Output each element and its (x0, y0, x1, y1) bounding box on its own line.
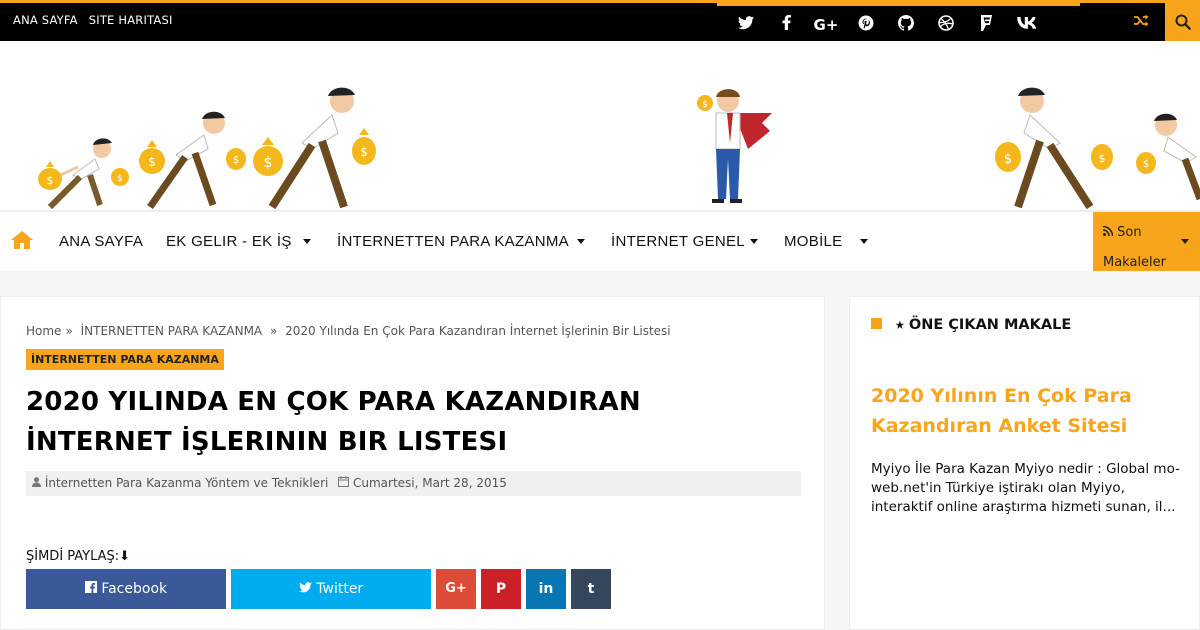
category-label[interactable]: İNTERNETTEN PARA KAZANMA (26, 349, 224, 370)
breadcrumb: Home » İNTERNETTEN PARA KAZANMA » 2020 Yı… (26, 324, 675, 338)
widget-heading: ⭑ ÖNE ÇIKAN MAKALE (871, 317, 1071, 333)
recent-posts-label: Son Makaleler (1102, 218, 1173, 278)
pinterest-icon[interactable] (856, 15, 876, 35)
top-link-home[interactable]: ANA SAYFA (13, 13, 78, 27)
vk-icon[interactable] (1016, 15, 1038, 35)
share-linkedin-button[interactable]: in (526, 569, 566, 609)
money-bag-icon: $ (1091, 144, 1113, 170)
article-date: Cumartesi, Mart 28, 2015 (353, 476, 507, 490)
github-icon[interactable] (896, 15, 916, 35)
nav-item-internet-genel[interactable]: İNTERNET GENEL (611, 233, 745, 250)
facebook-icon (84, 581, 97, 593)
svg-text:$: $ (148, 155, 156, 169)
breadcrumb-separator: » (65, 324, 73, 338)
money-bag-icon: $ (38, 161, 62, 190)
widget-heading-text: ⭑ ÖNE ÇIKAN MAKALE (896, 317, 1072, 333)
facebook-icon[interactable] (776, 14, 796, 35)
share-twitter-button[interactable]: Twitter (231, 569, 431, 609)
money-bag-icon: $ (352, 128, 376, 165)
banner-illustration: $ $ $ $ $ $ $ $ $ $ (0, 87, 1200, 211)
svg-text:$: $ (233, 155, 239, 166)
running-man-figure (268, 87, 355, 210)
foursquare-icon[interactable] (976, 15, 996, 35)
svg-text:$: $ (1143, 159, 1149, 170)
chevron-down-icon (1181, 239, 1189, 244)
share-twitter-label: Twitter (316, 581, 364, 597)
article-title: 2020 YILINDA EN ÇOK PARA KAZANDIRAN İNTE… (26, 387, 641, 457)
share-google-plus-button[interactable]: G+ (436, 569, 476, 609)
money-bag-icon: $ (995, 142, 1021, 172)
nav-item-ana-sayfa[interactable]: ANA SAYFA (59, 233, 143, 250)
money-bag-icon: $ (1136, 152, 1156, 174)
businessman-figure: $ (697, 89, 772, 203)
chevron-down-icon[interactable] (860, 239, 868, 244)
breadcrumb-current: 2020 Yılında En Çok Para Kazandıran İnte… (285, 324, 671, 338)
svg-text:$: $ (1099, 152, 1106, 165)
nav-item-ek-gelir[interactable]: EK GELIR - EK İŞ (166, 233, 292, 250)
calendar-icon (338, 476, 353, 490)
recent-posts-button[interactable]: Son Makaleler (1093, 212, 1200, 272)
article-author[interactable]: İnternetten Para Kazanma Yöntem ve Tekni… (45, 476, 329, 490)
main-nav: ANA SAYFA EK GELIR - EK İŞ İNTERNETTEN P… (0, 211, 1200, 272)
running-man-figure (1014, 87, 1094, 210)
chevron-down-icon[interactable] (750, 239, 758, 244)
breadcrumb-home[interactable]: Home (26, 324, 61, 338)
top-links: ANA SAYFA SITE HARITASI (13, 13, 173, 27)
svg-text:$: $ (360, 145, 368, 159)
running-man-figure (1154, 113, 1200, 201)
featured-post-title[interactable]: 2020 Yılının En Çok Para Kazandıran Anke… (871, 381, 1161, 441)
money-bag-icon: $ (111, 168, 129, 186)
home-icon[interactable] (11, 231, 33, 253)
nav-item-mobile[interactable]: MOBİLE (784, 233, 842, 250)
top-link-sitemap[interactable]: SITE HARITASI (89, 13, 173, 27)
twitter-icon[interactable] (736, 15, 756, 35)
sidebar-widget: ⭑ ÖNE ÇIKAN MAKALE 2020 Yılının En Çok P… (849, 296, 1200, 630)
search-icon (1175, 14, 1191, 30)
dribbble-icon[interactable] (936, 15, 956, 35)
svg-text:$: $ (1004, 152, 1012, 167)
share-tumblr-button[interactable]: t (571, 569, 611, 609)
svg-text:$: $ (117, 174, 123, 184)
share-facebook-button[interactable]: Facebook (26, 569, 226, 609)
rss-icon (1102, 225, 1114, 237)
svg-text:$: $ (47, 174, 54, 187)
breadcrumb-category[interactable]: İNTERNETTEN PARA KAZANMA (81, 324, 263, 338)
nav-item-internetten-para[interactable]: İNTERNETTEN PARA KAZANMA (337, 233, 569, 250)
heading-marker-icon (871, 318, 882, 329)
shuffle-icon[interactable] (1134, 13, 1149, 31)
chevron-down-icon[interactable] (577, 239, 585, 244)
money-bag-icon: $ (253, 137, 283, 176)
user-icon (32, 477, 41, 487)
header-banner[interactable]: $ $ $ $ $ $ $ $ $ $ (0, 41, 1200, 211)
social-icons: G+ (717, 3, 1080, 41)
google-plus-icon[interactable]: G+ (813, 15, 839, 35)
chevron-down-icon[interactable] (303, 239, 311, 244)
search-button[interactable] (1165, 3, 1200, 41)
svg-text:$: $ (264, 155, 273, 171)
money-bag-icon: $ (139, 140, 165, 174)
article-meta: İnternetten Para Kazanma Yöntem ve Tekni… (26, 471, 801, 496)
share-pinterest-button[interactable]: P (481, 569, 521, 609)
money-bag-icon: $ (226, 148, 246, 170)
recent-posts-text: Son Makaleler (1103, 225, 1167, 270)
breadcrumb-separator: » (266, 324, 278, 338)
share-label: ŞİMDİ PAYLAŞ:⬇ (26, 549, 131, 564)
share-facebook-label: Facebook (101, 581, 168, 597)
article-card: Home » İNTERNETTEN PARA KAZANMA » 2020 Yı… (0, 296, 825, 630)
top-bar: ANA SAYFA SITE HARITASI G+ (0, 0, 1200, 41)
twitter-icon (299, 582, 312, 593)
svg-text:$: $ (702, 100, 708, 110)
featured-post-excerpt: Myiyo İle Para Kazan Myiyo nedir : Globa… (871, 461, 1180, 515)
